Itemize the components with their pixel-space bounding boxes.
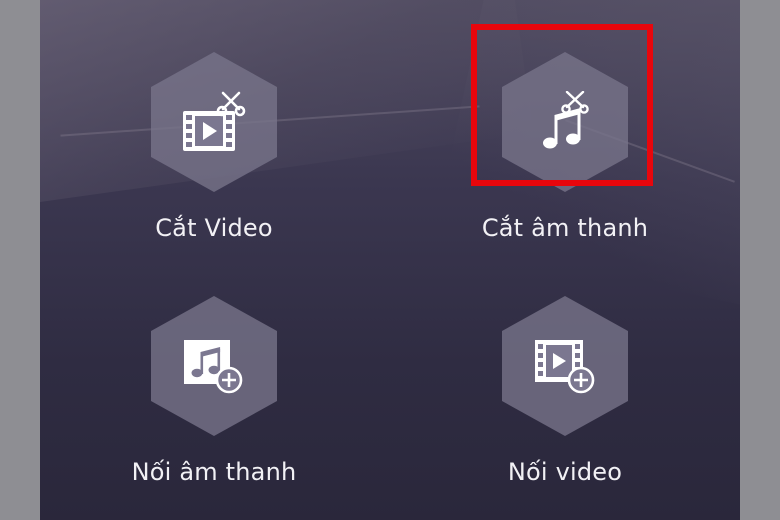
app-screen: Cắt Video Cắt âm thanh Nối âm thanh Nối … [40,0,740,520]
video-scissors-icon [183,91,246,151]
tool-label: Nối âm thanh [131,458,297,486]
tool-tile[interactable] [502,296,628,436]
video-add-icon [535,340,595,394]
tool-label: Cắt âm thanh [481,214,649,242]
device-frame: Cắt Video Cắt âm thanh Nối âm thanh Nối … [0,0,780,520]
tool-tile[interactable] [151,52,277,192]
tool-label: Nối video [507,458,623,486]
highlight-box [471,24,653,186]
music-add-icon [184,340,243,394]
tool-label: Cắt Video [155,214,273,242]
tool-merge-audio[interactable]: Nối âm thanh [114,296,314,486]
tool-merge-video[interactable]: Nối video [465,296,665,486]
tool-tile[interactable] [151,296,277,436]
tool-cut-video[interactable]: Cắt Video [114,52,314,242]
